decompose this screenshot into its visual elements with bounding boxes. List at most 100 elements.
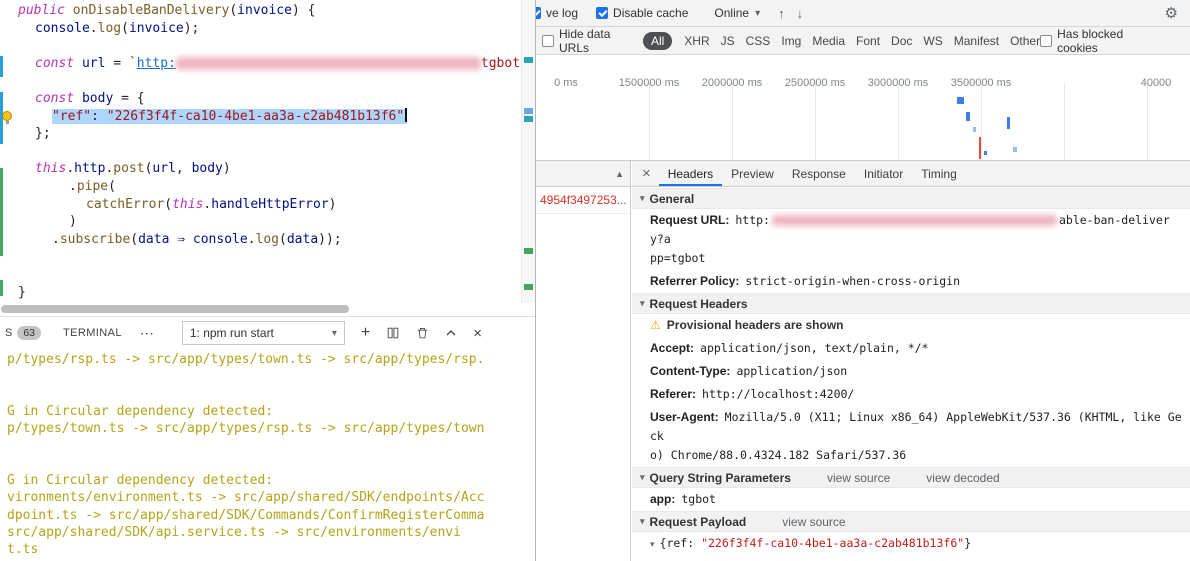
code-token: log	[97, 20, 122, 36]
header-name: Referrer Policy:	[650, 274, 740, 288]
header-name: app:	[650, 492, 676, 506]
has-blocked-cookies-checkbox[interactable]	[1040, 34, 1053, 47]
code-token: (	[279, 231, 287, 247]
filter-type-doc[interactable]: Doc	[891, 34, 912, 48]
close-details-icon[interactable]: ×	[642, 165, 651, 182]
filter-type-all[interactable]: All	[642, 31, 673, 50]
preserve-log-checkbox[interactable]	[536, 7, 541, 19]
code-token: pipe	[76, 178, 109, 194]
filter-type-font[interactable]: Font	[856, 34, 880, 48]
more-actions-icon[interactable]: ⋯	[140, 325, 154, 342]
code-lines[interactable]: public onDisableBanDelivery(invoice) {co…	[18, 2, 521, 302]
terminal-selector-dropdown[interactable]: 1: npm run start ▾	[181, 321, 345, 345]
scrollbar-change-mark	[524, 284, 533, 290]
section-title: Query String Parameters	[649, 470, 791, 485]
header-name: Request URL:	[650, 213, 730, 227]
filter-type-media[interactable]: Media	[812, 34, 845, 48]
filter-type-img[interactable]: Img	[781, 34, 801, 48]
terminal-panel: S 63 TERMINAL ⋯ 1: npm run start ▾ + × p…	[0, 316, 535, 561]
export-har-icon[interactable]: ↓	[797, 6, 804, 21]
split-terminal-button[interactable]	[386, 326, 400, 340]
tab-timing[interactable]: Timing	[912, 162, 966, 186]
terminal-selector-value: 1: npm run start	[189, 326, 274, 340]
filter-type-xhr[interactable]: XHR	[684, 34, 709, 48]
terminal-line: p/types/rsp.ts -> src/app/types/town.ts …	[7, 352, 485, 367]
code-token: subscribe	[59, 231, 131, 247]
filter-type-js[interactable]: JS	[721, 34, 735, 48]
code-line: };	[18, 125, 521, 143]
timeline-gridline	[981, 83, 982, 160]
code-line: }	[18, 284, 521, 302]
code-line: )	[18, 213, 521, 231]
kill-terminal-button[interactable]	[416, 326, 429, 340]
disclosure-triangle-icon[interactable]: ▾	[650, 539, 655, 549]
disable-cache-checkbox[interactable]	[596, 7, 609, 19]
header-value-wrap: o) Chrome/88.0.4324.182 Safari/537.36	[650, 448, 907, 462]
hide-data-urls-checkbox[interactable]	[542, 34, 554, 47]
request-row-failed[interactable]: 4954f3497253...	[536, 187, 630, 214]
header-value: http://localhost:4200/	[702, 387, 855, 401]
view-decoded-link[interactable]: view decoded	[926, 471, 999, 485]
section-title: Request Payload	[649, 514, 747, 529]
section-query-params[interactable]: ▾ Query String Parameters view source vi…	[632, 467, 1190, 488]
close-panel-button[interactable]: ×	[473, 325, 482, 342]
redacted-blur	[175, 56, 481, 70]
timeline-gridline	[1147, 83, 1148, 160]
filter-type-ws[interactable]: WS	[923, 34, 942, 48]
timeline-activity-mark	[957, 97, 964, 104]
code-token: ) {	[291, 3, 316, 18]
terminal-line: src/app/shared/SDK/api.service.ts -> src…	[7, 524, 461, 540]
tab-problems-fragment[interactable]: S	[5, 327, 12, 339]
view-source-link[interactable]: view source	[827, 471, 890, 485]
throttling-dropdown[interactable]: Online ▾	[714, 6, 760, 20]
scrollbar-thumb[interactable]	[1, 305, 349, 313]
code-token: (	[121, 20, 129, 36]
code-token: }	[18, 284, 26, 300]
request-url-wrap: pp=tgbot	[650, 251, 706, 265]
code-editor-pane: public onDisableBanDelivery(invoice) {co…	[0, 0, 535, 561]
scrollbar-change-mark	[524, 116, 533, 122]
tab-response[interactable]: Response	[783, 162, 855, 186]
code-token: );	[183, 20, 200, 36]
timeline-overview[interactable]: 0 ms 1500000 ms 2000000 ms 2500000 ms 300000…	[536, 55, 1190, 161]
payload-preview-row[interactable]: ▾ {ref: "226f3f4f-ca10-4be1-aa3a-c2ab481b…	[632, 532, 1190, 556]
header-row: Referer: http://localhost:4200/	[632, 383, 1190, 406]
lightbulb-code-action-icon[interactable]	[2, 111, 12, 124]
maximize-panel-button[interactable]	[445, 327, 457, 339]
header-value: strict-origin-when-cross-origin	[745, 274, 961, 288]
tab-initiator[interactable]: Initiator	[855, 162, 912, 186]
import-har-icon[interactable]: ↑	[778, 6, 785, 21]
settings-gear-icon[interactable]: ⚙	[1165, 4, 1178, 22]
code-token: tgbot/dis	[480, 55, 521, 71]
editor-vertical-scrollbar[interactable]	[521, 0, 535, 303]
filter-type-other[interactable]: Other	[1010, 34, 1040, 48]
header-name: User-Agent:	[650, 410, 719, 424]
header-name: Referer:	[650, 387, 697, 401]
code-line: const url = `http: tgbot/dis	[18, 55, 521, 73]
tab-preview[interactable]: Preview	[722, 162, 783, 186]
section-general[interactable]: ▾ General	[632, 188, 1190, 209]
section-request-headers[interactable]: ▾ Request Headers	[632, 293, 1190, 314]
header-row: User-Agent: Mozilla/5.0 (X11; Linux x86_6…	[632, 406, 1190, 467]
code-token: http	[74, 161, 106, 177]
request-list-header[interactable]: ▲	[536, 161, 630, 187]
filter-type-css[interactable]: CSS	[746, 34, 771, 48]
new-terminal-button[interactable]: +	[361, 325, 370, 341]
editor-horizontal-scrollbar[interactable]	[0, 302, 521, 316]
tab-terminal[interactable]: TERMINAL	[63, 327, 122, 339]
preserve-log-label[interactable]: ve log	[546, 6, 578, 20]
tab-headers[interactable]: Headers	[659, 162, 722, 186]
section-request-payload[interactable]: ▾ Request Payload view source	[632, 511, 1190, 532]
headers-content: ▾ General Request URL: http: able-ban-deli…	[632, 188, 1190, 561]
view-source-link[interactable]: view source	[782, 515, 845, 529]
code-token: `	[128, 55, 137, 71]
terminal-line: G in Circular dependency detected:	[7, 473, 274, 489]
terminal-output[interactable]: p/types/rsp.ts -> src/app/types/town.ts …	[7, 351, 535, 561]
filter-type-manifest[interactable]: Manifest	[954, 34, 999, 48]
chevron-up-icon	[446, 330, 456, 336]
scrollbar-change-mark	[524, 57, 533, 63]
throttling-value: Online	[714, 6, 750, 20]
payload-ref-row: ref:"226f3f4f-ca10-4be1-aa3a-c2ab481b13f…	[632, 556, 1190, 561]
